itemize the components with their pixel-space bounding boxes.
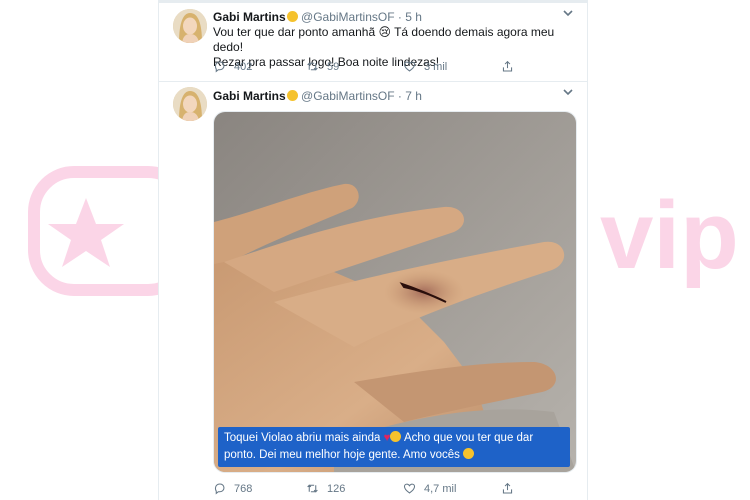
retweet-icon bbox=[307, 62, 318, 71]
media-caption: Toquei Violao abriu mais ainda ♥ Acho qu… bbox=[218, 427, 570, 467]
caption-text: ponto. Dei meu melhor hoje gente. Amo vo… bbox=[224, 449, 460, 461]
reply-count: 768 bbox=[234, 482, 253, 495]
author-name[interactable]: Gabi Martins bbox=[213, 10, 286, 24]
retweet-count: 59 bbox=[327, 60, 340, 73]
share-icon bbox=[502, 60, 513, 72]
like-button[interactable]: 3 mil bbox=[403, 60, 447, 73]
tweet-time[interactable]: 7 h bbox=[405, 89, 422, 103]
reply-icon bbox=[214, 483, 225, 495]
tweet-header: Gabi Martins @GabiMartinsOF · 5 h bbox=[213, 10, 422, 24]
separator-dot: · bbox=[397, 10, 402, 24]
share-button[interactable] bbox=[501, 60, 514, 73]
like-button[interactable]: 4,7 mil bbox=[403, 482, 456, 495]
hand-photo bbox=[214, 112, 576, 472]
crying-face-emoji bbox=[390, 431, 402, 442]
tweet-actions: 768 126 4,7 mil bbox=[213, 482, 533, 496]
author-handle[interactable]: @GabiMartinsOF bbox=[301, 89, 395, 103]
retweet-button[interactable]: 126 bbox=[306, 482, 345, 495]
like-icon bbox=[403, 483, 416, 494]
reply-button[interactable]: 768 bbox=[213, 482, 252, 495]
heart-emoji: ♥ bbox=[383, 432, 391, 444]
timeline: Gabi Martins @GabiMartinsOF · 5 h Vou te… bbox=[158, 0, 588, 500]
tweet-actions: 402 59 3 mil bbox=[213, 60, 533, 74]
crying-face-emoji bbox=[286, 11, 298, 22]
retweet-count: 126 bbox=[327, 482, 346, 495]
like-count: 4,7 mil bbox=[424, 482, 457, 495]
caption-text: Toquei Violao abriu mais ainda bbox=[224, 432, 381, 444]
tweet[interactable]: Gabi Martins @GabiMartinsOF · 7 h Toquei… bbox=[159, 82, 587, 500]
caption-text: Acho que vou ter que dar bbox=[404, 432, 534, 444]
reply-count: 402 bbox=[234, 60, 253, 73]
tweet[interactable]: Gabi Martins @GabiMartinsOF · 5 h Vou te… bbox=[159, 3, 587, 82]
tweet-time[interactable]: 5 h bbox=[405, 10, 422, 24]
face-emoji bbox=[463, 448, 475, 459]
share-button[interactable] bbox=[501, 482, 514, 495]
avatar[interactable] bbox=[173, 87, 207, 121]
reply-icon bbox=[214, 61, 225, 73]
chevron-down-icon[interactable] bbox=[563, 9, 573, 20]
like-count: 3 mil bbox=[424, 60, 448, 73]
separator-dot: · bbox=[397, 89, 402, 103]
like-icon bbox=[403, 61, 416, 72]
tweet-media-photo[interactable]: Toquei Violao abriu mais ainda ♥ Acho qu… bbox=[213, 111, 577, 473]
watermark-text: vip bbox=[600, 182, 739, 289]
retweet-button[interactable]: 59 bbox=[306, 60, 339, 73]
tweet-header: Gabi Martins @GabiMartinsOF · 7 h bbox=[213, 89, 422, 103]
retweet-icon bbox=[307, 484, 318, 493]
share-icon bbox=[502, 482, 513, 494]
reply-button[interactable]: 402 bbox=[213, 60, 252, 73]
chevron-down-icon[interactable] bbox=[563, 88, 573, 99]
crying-face-emoji bbox=[286, 90, 298, 101]
author-handle[interactable]: @GabiMartinsOF bbox=[301, 10, 395, 24]
tweet-text-line: Vou ter que dar ponto amanhã 😢 Tá doendo… bbox=[213, 25, 555, 54]
author-name[interactable]: Gabi Martins bbox=[213, 89, 286, 103]
avatar[interactable] bbox=[173, 9, 207, 43]
